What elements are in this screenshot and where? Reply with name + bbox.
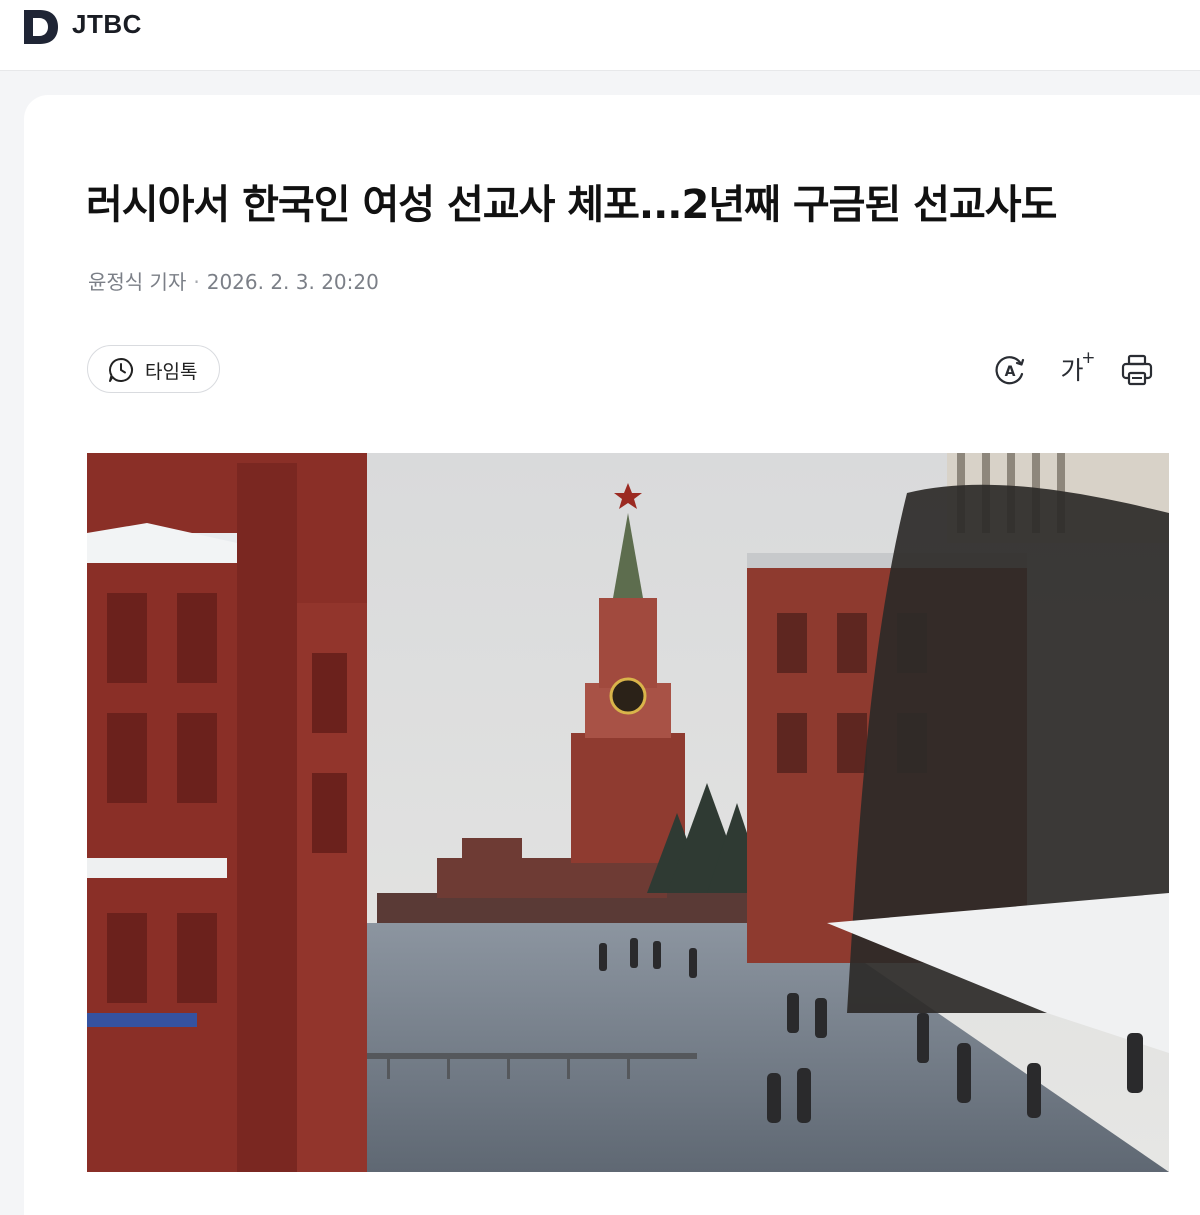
article-datetime: 2026. 2. 3. 20:20: [206, 270, 379, 294]
svg-text:A: A: [1005, 364, 1016, 380]
top-navigation-bar: JTBC: [0, 0, 1200, 71]
brand-name[interactable]: JTBC: [72, 9, 142, 40]
font-size-icon: 가 +: [1060, 347, 1096, 385]
article-byline: 윤정식 기자 · 2026. 2. 3. 20:20: [88, 266, 379, 295]
red-square-photo: [87, 453, 1169, 1172]
timetalk-button[interactable]: 타임톡: [87, 345, 220, 393]
clock-chat-icon: [109, 358, 133, 382]
font-size-button[interactable]: 가 +: [1054, 347, 1096, 388]
translate-button[interactable]: A: [992, 352, 1028, 388]
jtbc-logo-icon[interactable]: [22, 8, 60, 46]
byline-separator: ·: [193, 270, 200, 294]
reporter-name[interactable]: 윤정식 기자: [88, 270, 186, 294]
translate-icon: A: [995, 356, 1025, 385]
print-icon: [1121, 354, 1153, 386]
article-photo: [87, 453, 1169, 1172]
print-button[interactable]: [1119, 352, 1155, 388]
timetalk-label: 타임톡: [145, 361, 198, 383]
article-headline: 러시아서 한국인 여성 선교사 체포...2년째 구금된 선교사도: [86, 182, 1057, 228]
